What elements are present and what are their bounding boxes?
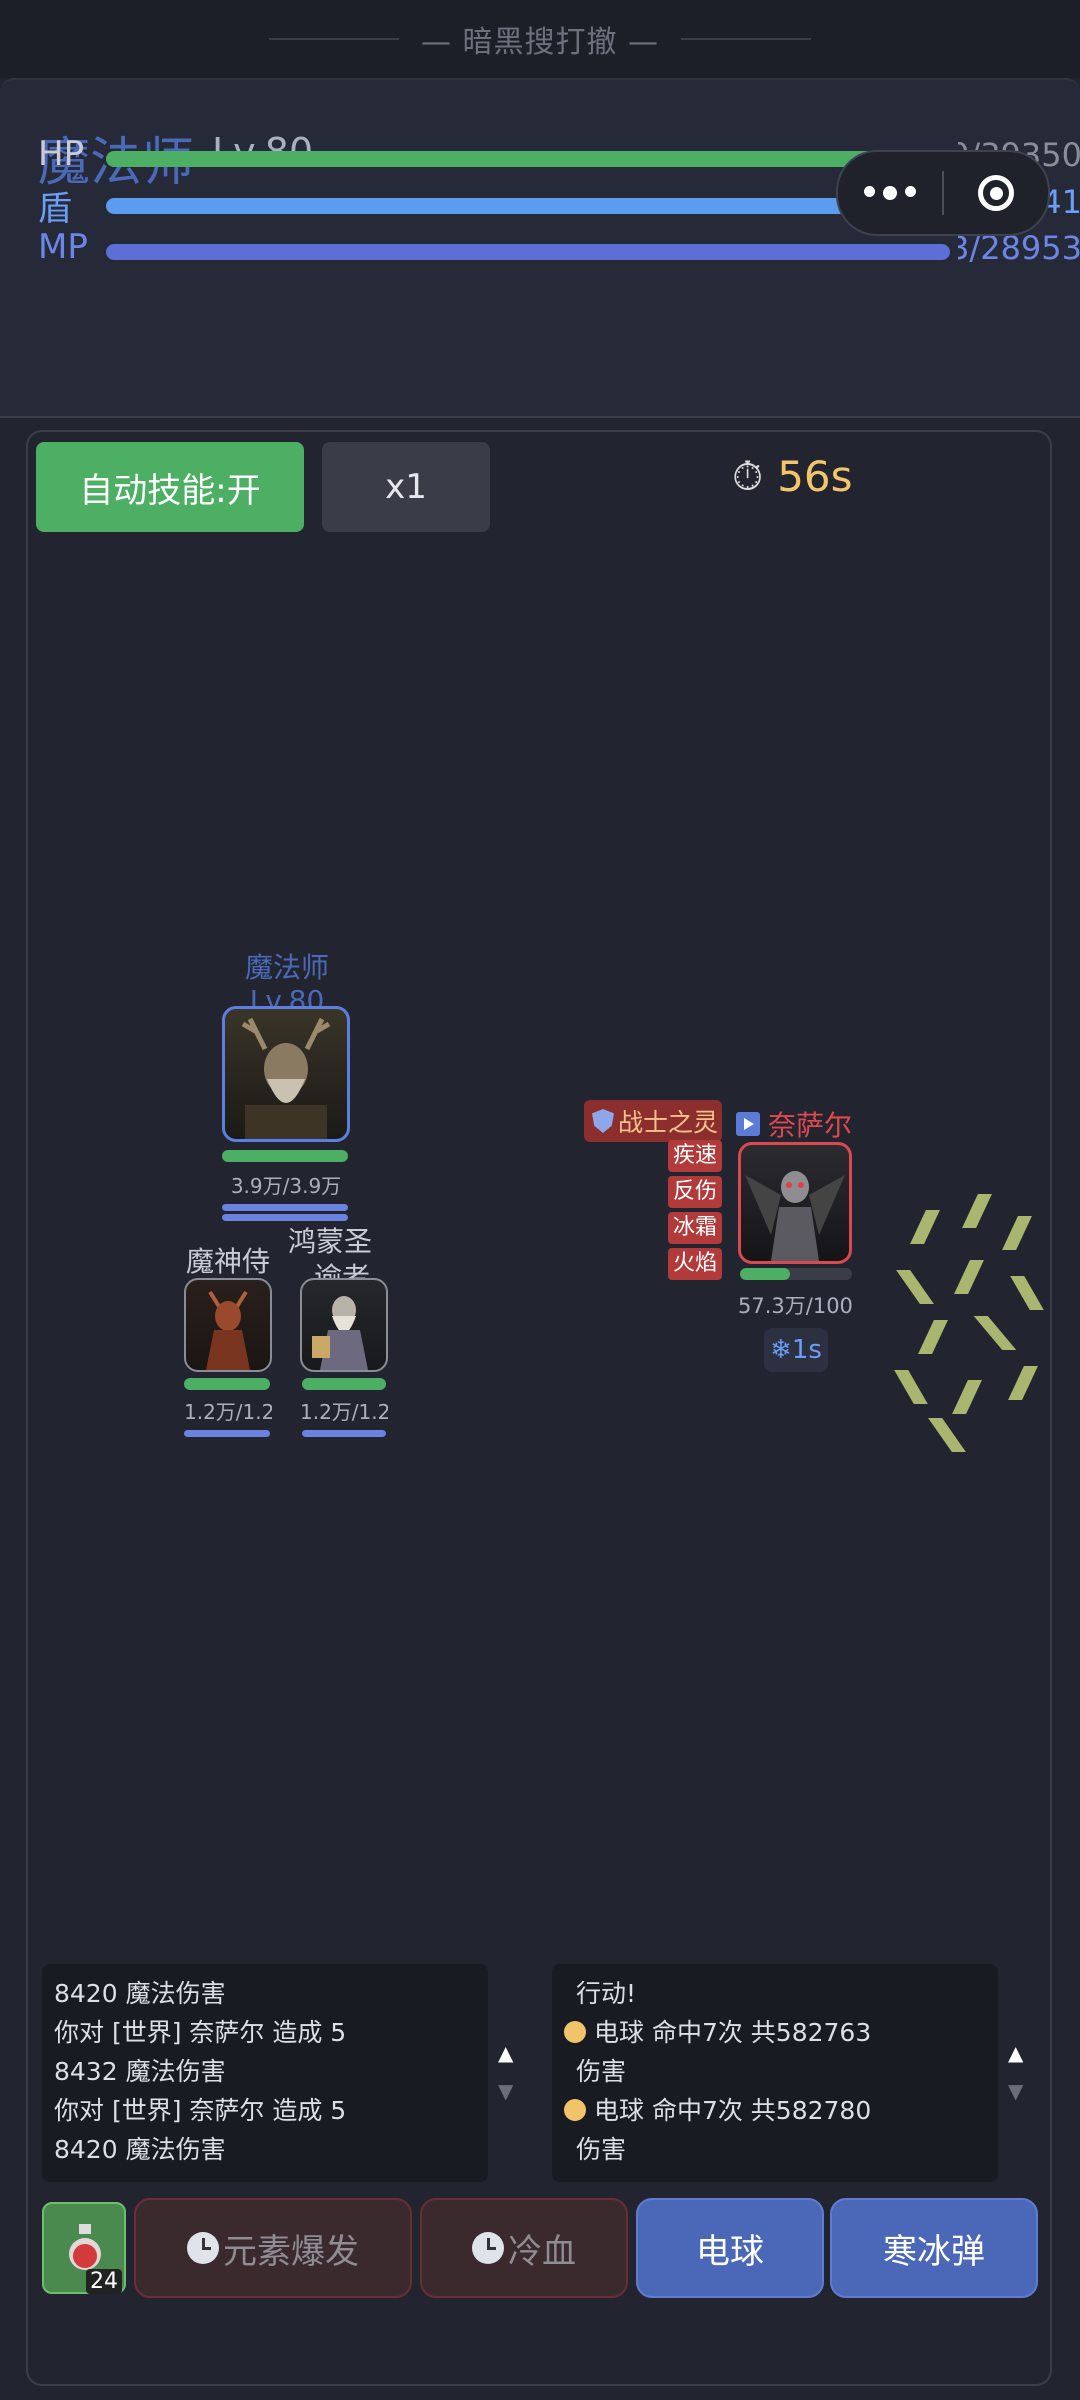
log-left-scroll: ▲ ▼: [498, 2034, 513, 2110]
shield-label: 盾: [38, 189, 72, 229]
ally-sage-name-line2: 谕者: [313, 1261, 370, 1278]
cooldown-clock-icon: [472, 2232, 504, 2264]
ally-demon-mp-bar: [184, 1430, 270, 1437]
enemy-buff: 疾速: [668, 1140, 722, 1172]
auto-skill-toggle-button[interactable]: 自动技能:开: [36, 442, 304, 532]
skill-elemental-burst-button[interactable]: 元素爆发: [134, 2198, 412, 2298]
miniprogram-capsule: [836, 150, 1050, 236]
mp-bar: [106, 244, 950, 260]
scroll-down-icon[interactable]: ▼: [498, 2072, 513, 2110]
timer-value: 56s: [777, 452, 853, 501]
hp-label: HP: [38, 134, 85, 174]
scroll-up-icon[interactable]: ▲: [1008, 2034, 1023, 2072]
sage-icon: [312, 1296, 368, 1370]
ally-demon-hp-text: 1.2万/1.2万: [184, 1400, 272, 1424]
scroll-down-icon[interactable]: ▼: [1008, 2072, 1023, 2110]
skill-ice-bolt-button[interactable]: 寒冰弹: [830, 2198, 1038, 2298]
enemy-name: 奈萨尔: [768, 1109, 853, 1142]
skill-cold-blood-button[interactable]: 冷血: [420, 2198, 628, 2298]
player-status-panel: 魔法师 Lv.80 HP 39350/39350 盾 4441/4441 MP …: [0, 78, 1080, 418]
play-icon: [736, 1112, 760, 1136]
ally-demon-name: 魔神侍: [185, 1245, 270, 1278]
lightning-effect: [894, 1190, 1050, 1452]
log-line: 8420 魔法伤害: [54, 2135, 226, 2164]
enemy-buff: 火焰: [668, 1248, 722, 1280]
log-line: 电球 命中7次 共582780: [564, 2091, 986, 2130]
combat-log-right: 行动! 电球 命中7次 共582763 伤害 电球 命中7次 共582780 伤…: [552, 1964, 998, 2182]
skill-electric-orb-button[interactable]: 电球: [636, 2198, 824, 2298]
stopwatch-icon: ⏱: [732, 453, 764, 500]
enemy-hp-track: [740, 1268, 852, 1280]
battle-timer: ⏱ 56s: [732, 452, 853, 501]
enemy-title-tag: 战士之灵: [584, 1100, 722, 1142]
coin-icon: [564, 2021, 586, 2043]
shield-icon: [592, 1109, 614, 1133]
log-line: 伤害: [576, 2135, 627, 2164]
enemy-hp-text: 57.3万/1000: [738, 1294, 852, 1318]
skill-label: 冷血: [508, 2231, 576, 2272]
horned-mage-icon: [241, 1017, 331, 1139]
coin-icon: [564, 2099, 586, 2121]
skill-label: 元素爆发: [223, 2231, 359, 2272]
hp-bar: [106, 151, 950, 167]
potion-count: 24: [86, 2269, 122, 2294]
log-right-scroll: ▲ ▼: [1008, 2034, 1023, 2110]
more-menu-icon[interactable]: [838, 186, 942, 200]
log-line: 你对 [世界] 奈萨尔 造成 5: [54, 2096, 347, 2125]
title-divider-right: [681, 38, 812, 40]
potion-slot[interactable]: 24: [42, 2202, 126, 2294]
enemy-buff: 冰霜: [668, 1212, 722, 1244]
ally-mage-name: 魔法师: [244, 951, 329, 984]
shield-bar: [106, 198, 950, 214]
ally-demon-hp-bar: [184, 1378, 270, 1390]
freeze-status-badge: ❄1s: [764, 1328, 828, 1372]
log-line: 伤害: [576, 2057, 627, 2086]
enemy-hp-bar: [740, 1268, 791, 1280]
winged-demon-icon: [745, 1171, 845, 1261]
log-line: 8420 魔法伤害: [54, 1979, 226, 2008]
enemy-name-row: 奈萨尔: [736, 1104, 852, 1144]
ally-sage-hp-bar: [302, 1378, 386, 1390]
enemy-title: 战士之灵: [618, 1108, 719, 1137]
ally-demon-portrait[interactable]: [184, 1278, 272, 1372]
ally-sage-mp-bar: [302, 1430, 386, 1437]
title-divider-left: [268, 38, 399, 40]
log-line: 你对 [世界] 奈萨尔 造成 5: [54, 2018, 347, 2047]
ally-mage-portrait[interactable]: [222, 1006, 350, 1142]
scroll-up-icon[interactable]: ▲: [498, 2034, 513, 2072]
enemy-buff: 反伤: [668, 1176, 722, 1208]
ally-mage-mp-bar: [222, 1204, 348, 1211]
potion-icon: [69, 2224, 101, 2270]
demon-icon: [206, 1290, 250, 1370]
close-target-icon[interactable]: [944, 175, 1048, 211]
log-line: 8432 魔法伤害: [54, 2057, 226, 2086]
ally-mage-hp-bar: [222, 1150, 348, 1162]
cooldown-clock-icon: [187, 2232, 219, 2264]
combat-log-left: 8420 魔法伤害 你对 [世界] 奈萨尔 造成 5 8432 魔法伤害 你对 …: [42, 1964, 488, 2182]
log-line: 行动!: [576, 1979, 637, 2008]
ally-sage-portrait[interactable]: [300, 1278, 388, 1372]
app-title-bar: — 暗黑搜打撤 —: [0, 0, 1080, 78]
mp-label: MP: [38, 227, 88, 267]
app-title: — 暗黑搜打撤 —: [420, 25, 660, 60]
enemy-portrait[interactable]: [738, 1142, 852, 1264]
log-line: 电球 命中7次 共582763: [564, 2013, 986, 2052]
speed-button[interactable]: x1: [322, 442, 490, 532]
ally-sage-name: 鸿蒙圣: [287, 1225, 372, 1258]
ally-sage-hp-text: 1.2万/1.2万: [300, 1400, 388, 1424]
ally-mage-hp-text: 3.9万/3.9万: [230, 1174, 342, 1198]
